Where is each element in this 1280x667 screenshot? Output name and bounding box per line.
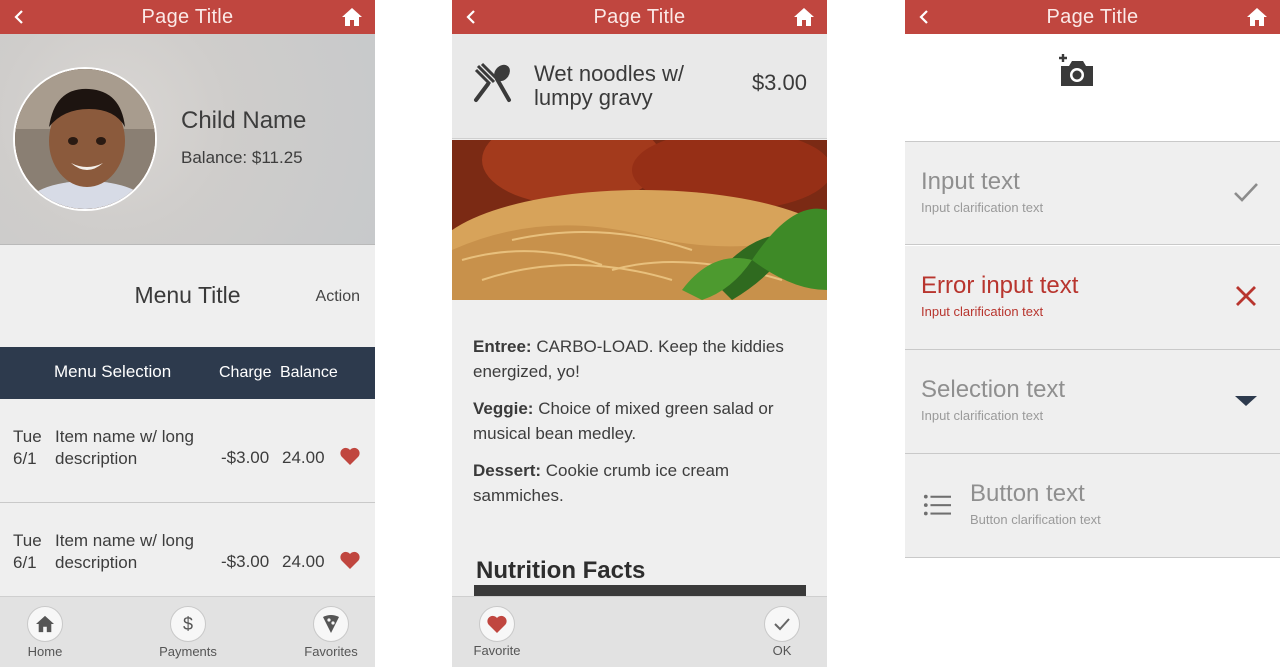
back-arrow-icon[interactable] [462, 7, 482, 27]
profile-header: Child Name Balance: $11.25 [0, 34, 375, 245]
favorite-button[interactable]: Favorite [452, 597, 532, 667]
page-title: Page Title [593, 5, 686, 28]
input-clarification: Input clarification text [921, 200, 1044, 215]
veggie-text: Veggie: Choice of mixed green salad or m… [473, 399, 774, 443]
tab-favorites-label: Favorites [304, 644, 358, 659]
row-date: Tue 6/1 [13, 531, 42, 572]
tab-home-label: Home [27, 644, 63, 659]
dessert-text: Dessert: Cookie crumb ice cream sammiche… [473, 461, 730, 505]
close-icon[interactable] [1232, 282, 1260, 310]
nutrition-title: Nutrition Facts [476, 557, 646, 584]
home-icon [27, 606, 63, 642]
list-button[interactable]: Button text Button clarification text [905, 454, 1280, 558]
column-header: Menu Selection Charge Balance [0, 347, 375, 399]
ok-button[interactable]: OK [737, 597, 817, 667]
dollar-icon: $ [170, 606, 206, 642]
dish-name: Wet noodles w/ lumpy gravy [534, 61, 685, 110]
menu-header: Menu Title Action [0, 246, 375, 347]
table-row[interactable]: Tue 6/1 Item name w/ long description -$3… [0, 503, 375, 607]
action-bar: Favorite OK [452, 596, 827, 667]
tab-bar: Home $ Payments Favorites [0, 596, 375, 667]
tab-payments-label: Payments [159, 644, 217, 659]
column-selection: Menu Selection [54, 362, 172, 381]
dish-header: Wet noodles w/ lumpy gravy $3.00 [452, 34, 827, 139]
check-icon [1234, 183, 1258, 202]
error-input-field[interactable]: Error input text Input clarification tex… [905, 246, 1280, 350]
row-balance: 24.00 [282, 448, 325, 467]
table-row[interactable]: Tue 6/1 Item name w/ long description -$3… [0, 399, 375, 503]
home-icon[interactable] [1246, 7, 1268, 27]
dish-price: $3.00 [751, 70, 807, 95]
tab-home[interactable]: Home [0, 597, 90, 667]
balance-text: Balance: $11.25 [181, 148, 303, 167]
child-name: Child Name [181, 107, 307, 134]
row-item: Item name w/ long description [55, 427, 194, 468]
row-item: Item name w/ long description [55, 531, 194, 572]
ok-label: OK [772, 643, 792, 658]
button-text: Button text [970, 480, 1085, 507]
tab-favorites[interactable]: Favorites [286, 597, 375, 667]
check-icon [764, 606, 800, 642]
dish-screen: Page Title Wet noodles w/ lumpy gravy $3… [452, 0, 827, 667]
page-title: Page Title [141, 5, 234, 28]
title-bar: Page Title [452, 0, 827, 34]
column-balance: Balance [280, 364, 338, 381]
favorite-label: Favorite [473, 643, 521, 658]
dish-description: Entree: CARBO-LOAD. Keep the kiddies ene… [473, 334, 813, 520]
add-photo-icon[interactable] [1057, 52, 1095, 88]
action-button[interactable]: Action [316, 288, 360, 306]
fork-spoon-icon [474, 62, 511, 102]
error-input-text: Error input text [921, 272, 1079, 299]
home-icon[interactable] [793, 7, 815, 27]
title-bar: Page Title [905, 0, 1280, 34]
list-icon [923, 494, 951, 516]
row-date: Tue 6/1 [13, 427, 42, 468]
heart-icon[interactable] [339, 550, 361, 570]
back-arrow-icon[interactable] [10, 7, 30, 27]
dish-photo [452, 140, 827, 300]
input-field[interactable]: Input text Input clarification text [905, 141, 1280, 245]
dropdown-arrow-icon[interactable] [1232, 386, 1260, 414]
row-charge: -$3.00 [221, 448, 270, 467]
selection-text: Selection text [921, 376, 1066, 403]
form-screen: Page Title Input text Input clarificatio… [905, 0, 1280, 667]
page-title: Page Title [1046, 5, 1139, 28]
heart-icon[interactable] [339, 446, 361, 466]
heart-icon [479, 606, 515, 642]
selection-clarification: Input clarification text [921, 408, 1044, 423]
pizza-icon [313, 606, 349, 642]
row-charge: -$3.00 [221, 552, 270, 571]
title-bar: Page Title [0, 0, 375, 34]
row-balance: 24.00 [282, 552, 325, 571]
account-screen: Page Title Child Name Balance: $11.25 Me… [0, 0, 375, 667]
column-charge: Charge [219, 364, 272, 381]
home-icon[interactable] [341, 7, 363, 27]
entree-text: Entree: CARBO-LOAD. Keep the kiddies ene… [473, 337, 784, 381]
tab-payments[interactable]: $ Payments [143, 597, 233, 667]
avatar[interactable] [13, 67, 157, 211]
button-clarification: Button clarification text [970, 512, 1101, 527]
back-arrow-icon[interactable] [915, 7, 935, 27]
error-clarification: Input clarification text [921, 304, 1044, 319]
selection-field[interactable]: Selection text Input clarification text [905, 350, 1280, 454]
input-text: Input text [921, 168, 1020, 195]
svg-text:$: $ [183, 614, 193, 634]
